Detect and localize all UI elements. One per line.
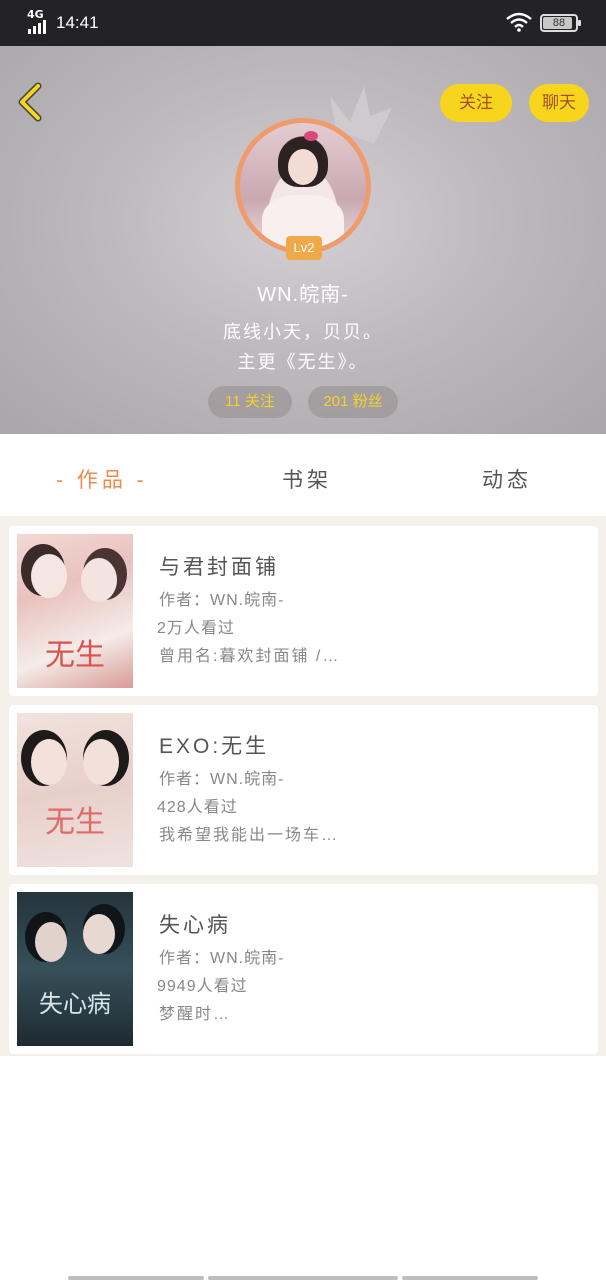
wifi-icon: [506, 12, 532, 32]
book-views: 428人看过: [157, 799, 238, 816]
book-description: 曾用名:暮欢封面铺 /…: [159, 648, 341, 665]
battery-level: 88: [552, 17, 566, 29]
follow-button[interactable]: 关注: [440, 84, 512, 122]
tab-bar: - 作品 - 书架 动态: [0, 434, 606, 516]
following-count-button[interactable]: 11 关注: [208, 386, 292, 418]
book-card[interactable]: 无生 EXO:无生 作者：WN.皖南- 428人看过 我希望我能出一场车…: [9, 705, 598, 875]
tab-bookshelf[interactable]: 书架: [282, 464, 332, 494]
book-author: 作者：WN.皖南-: [159, 771, 285, 788]
status-bar: 4G 14:41 88: [0, 0, 606, 46]
book-cover: 无生: [17, 713, 133, 867]
nav-gesture-bar[interactable]: [208, 1276, 398, 1280]
cover-title: 无生: [45, 805, 105, 840]
avatar-image: [240, 123, 366, 249]
avatar[interactable]: [235, 118, 371, 254]
back-arrow-icon[interactable]: [14, 82, 50, 122]
level-badge: Lv2: [286, 236, 322, 260]
book-author: 作者：WN.皖南-: [159, 592, 285, 609]
battery-icon: 88: [540, 14, 581, 32]
book-card[interactable]: 失心病 失心病 作者：WN.皖南- 9949人看过 梦醒时…: [9, 884, 598, 1054]
book-views: 9949人看过: [157, 978, 248, 995]
bio-line-2: 主更《无生》。: [237, 352, 369, 372]
cover-title: 无生: [45, 638, 105, 673]
book-author: 作者：WN.皖南-: [159, 950, 285, 967]
book-description: 梦醒时…: [159, 1006, 232, 1023]
nav-gesture-bar[interactable]: [68, 1276, 204, 1280]
book-views: 2万人看过: [157, 620, 235, 637]
fans-count-button[interactable]: 201 粉丝: [308, 386, 398, 418]
signal-icon: [28, 20, 46, 34]
profile-header: 关注 聊天 Lv2 WN.皖南- 底线小天，贝贝。 主更《无生》。 11 关注 …: [0, 46, 606, 434]
book-title: 与君封面铺: [159, 556, 279, 579]
book-cover: 无生: [17, 534, 133, 688]
book-cover: 失心病: [17, 892, 133, 1046]
username: WN.皖南-: [257, 284, 349, 306]
chat-button[interactable]: 聊天: [529, 84, 589, 122]
book-title: EXO:无生: [159, 735, 270, 758]
book-description: 我希望我能出一场车…: [159, 827, 340, 844]
tab-works[interactable]: - 作品 -: [56, 464, 148, 494]
cover-title: 失心病: [39, 990, 111, 1018]
status-time: 14:41: [56, 13, 99, 32]
book-title: 失心病: [159, 914, 231, 937]
book-card[interactable]: 无生 与君封面铺 作者：WN.皖南- 2万人看过 曾用名:暮欢封面铺 /…: [9, 526, 598, 696]
tab-updates[interactable]: 动态: [482, 464, 532, 494]
bio-line-1: 底线小天，贝贝。: [223, 322, 383, 342]
nav-gesture-bar[interactable]: [402, 1276, 538, 1280]
